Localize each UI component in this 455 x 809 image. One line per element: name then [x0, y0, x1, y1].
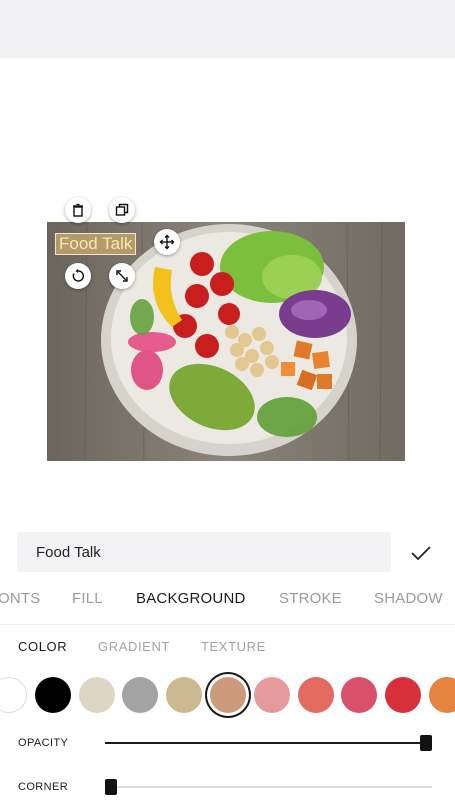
color-swatch[interactable] — [253, 677, 290, 713]
color-swatch[interactable] — [210, 677, 246, 713]
delete-button[interactable] — [65, 197, 91, 223]
opacity-label: OPACITY — [18, 737, 69, 749]
text-sticker[interactable]: Food Talk — [55, 233, 137, 255]
food-photo — [47, 222, 405, 461]
tab-fonts[interactable]: ONTS — [0, 588, 40, 610]
color-swatch[interactable] — [297, 677, 334, 713]
move-button[interactable] — [154, 229, 180, 255]
main-tabs: ONTS FILL BACKGROUND STROKE SHADOW — [0, 588, 455, 612]
trash-icon — [73, 203, 83, 217]
food-photo-image — [47, 222, 405, 461]
confirm-button[interactable] — [408, 540, 434, 566]
color-swatch[interactable] — [341, 677, 378, 713]
tab-background[interactable]: BACKGROUND — [136, 588, 246, 610]
resize-button[interactable] — [109, 263, 135, 289]
checkmark-icon — [411, 546, 431, 561]
corner-slider-thumb[interactable] — [105, 779, 117, 795]
tab-fill[interactable]: FILL — [72, 588, 103, 610]
corner-slider-track[interactable] — [105, 786, 432, 788]
text-input-row — [17, 532, 391, 572]
opacity-slider-track[interactable] — [105, 742, 432, 744]
color-swatch[interactable] — [0, 677, 27, 713]
color-swatch[interactable] — [122, 677, 159, 713]
subtab-texture[interactable]: TEXTURE — [201, 638, 266, 656]
sub-tabs: COLOR GRADIENT TEXTURE — [0, 638, 455, 658]
opacity-slider-thumb[interactable] — [420, 735, 432, 751]
color-swatch[interactable] — [78, 677, 115, 713]
subtab-color[interactable]: COLOR — [18, 638, 67, 656]
tabs-divider — [0, 624, 455, 625]
color-swatch[interactable] — [166, 677, 203, 713]
subtab-gradient[interactable]: GRADIENT — [98, 638, 170, 656]
color-swatch[interactable] — [429, 677, 455, 713]
tab-shadow[interactable]: SHADOW — [374, 588, 443, 610]
resize-icon — [116, 270, 128, 282]
duplicate-icon — [115, 203, 129, 216]
rotate-icon — [72, 269, 84, 282]
corner-label: CORNER — [18, 781, 69, 793]
duplicate-button[interactable] — [109, 197, 135, 223]
color-swatch[interactable] — [34, 677, 71, 713]
color-swatch[interactable] — [385, 677, 422, 713]
status-bar — [0, 0, 455, 58]
rotate-button[interactable] — [65, 263, 91, 289]
tab-stroke[interactable]: STROKE — [279, 588, 342, 610]
move-icon — [159, 234, 175, 250]
sticker-text-input[interactable] — [17, 532, 391, 572]
